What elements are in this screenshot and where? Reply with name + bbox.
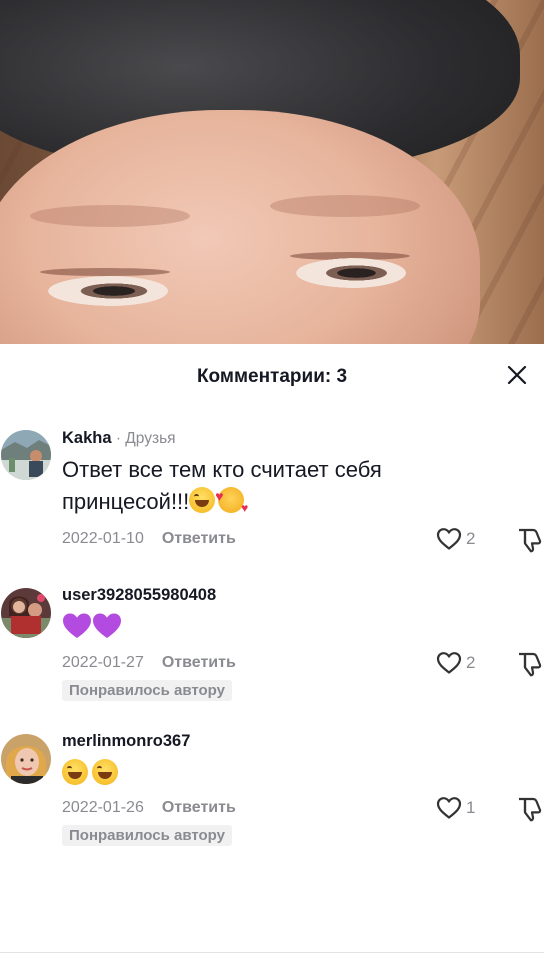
comment-item: merlinmonro367 2022-01-26 Ответить 1 Понр…	[0, 730, 544, 855]
thumbs-down-icon	[519, 652, 542, 677]
reply-button[interactable]: Ответить	[162, 799, 236, 816]
username-text[interactable]: merlinmonro367	[62, 732, 190, 750]
comment-text	[62, 758, 442, 790]
like-button[interactable]: 2	[436, 527, 475, 551]
right-brow	[270, 195, 420, 217]
laugh-emoji	[92, 759, 118, 785]
like-count: 1	[466, 798, 476, 817]
comment-username[interactable]: Kakha · Друзья	[62, 429, 176, 448]
reply-button[interactable]: Ответить	[162, 530, 236, 547]
avatar[interactable]	[1, 588, 51, 638]
laugh-emoji	[62, 759, 88, 785]
avatar-image	[1, 734, 51, 784]
comment-item: user3928055980408 2022-01-27 Ответить 2 П…	[0, 584, 544, 709]
heart-outline-icon	[436, 797, 462, 819]
comment-date: 2022-01-10	[62, 530, 144, 547]
comment-username[interactable]: merlinmonro367	[62, 732, 190, 751]
right-eye	[296, 258, 406, 288]
like-count: 2	[466, 529, 476, 548]
comments-title: Комментарии: 3	[196, 366, 348, 387]
left-brow	[30, 205, 190, 227]
avatar[interactable]	[1, 430, 51, 480]
video-preview[interactable]	[0, 0, 544, 344]
heart-outline-icon	[436, 528, 462, 550]
dislike-button[interactable]	[517, 651, 544, 682]
comment-date: 2022-01-27	[62, 654, 144, 671]
reply-button[interactable]: Ответить	[162, 654, 236, 671]
avatar-image	[1, 430, 51, 480]
purple-heart-emoji	[93, 613, 121, 638]
comment-meta: 2022-01-27 Ответить	[62, 654, 236, 672]
close-button[interactable]	[500, 358, 534, 392]
like-button[interactable]: 1	[436, 796, 475, 820]
liked-by-author-badge: Понравилось автору	[62, 825, 232, 846]
dislike-button[interactable]	[517, 796, 544, 827]
left-eye	[48, 276, 168, 306]
sheet-header: Комментарии: 3	[0, 344, 544, 410]
thumbs-down-icon	[519, 528, 542, 553]
divider	[0, 952, 544, 953]
smiling-face-with-hearts-emoji	[215, 480, 248, 524]
thumbs-down-icon	[519, 797, 542, 822]
avatar[interactable]	[1, 734, 51, 784]
comment-item: Kakha · Друзья Ответ все тем кто считает…	[0, 428, 544, 558]
left-eyelid	[40, 268, 170, 276]
like-button[interactable]: 2	[436, 651, 475, 675]
like-count: 2	[466, 653, 476, 672]
comment-text	[62, 612, 442, 645]
comments-sheet: Комментарии: 3 Kakha · Друзья Ответ все …	[0, 344, 544, 965]
liked-by-author-badge: Понравилось автору	[62, 680, 232, 701]
comment-date: 2022-01-26	[62, 799, 144, 816]
dislike-button[interactable]	[517, 527, 544, 558]
comment-username[interactable]: user3928055980408	[62, 586, 216, 605]
comment-text: Ответ все тем кто считает себя принцесой…	[62, 454, 442, 524]
friend-tag: · Друзья	[111, 430, 176, 447]
close-icon	[507, 365, 527, 385]
comment-meta: 2022-01-10 Ответить	[62, 530, 236, 548]
laugh-emoji	[189, 487, 216, 513]
username-text[interactable]: user3928055980408	[62, 586, 216, 604]
heart-outline-icon	[436, 652, 462, 674]
purple-heart-emoji	[63, 613, 91, 638]
username-text[interactable]: Kakha	[62, 429, 112, 447]
comment-meta: 2022-01-26 Ответить	[62, 799, 236, 817]
avatar-image	[1, 588, 51, 638]
